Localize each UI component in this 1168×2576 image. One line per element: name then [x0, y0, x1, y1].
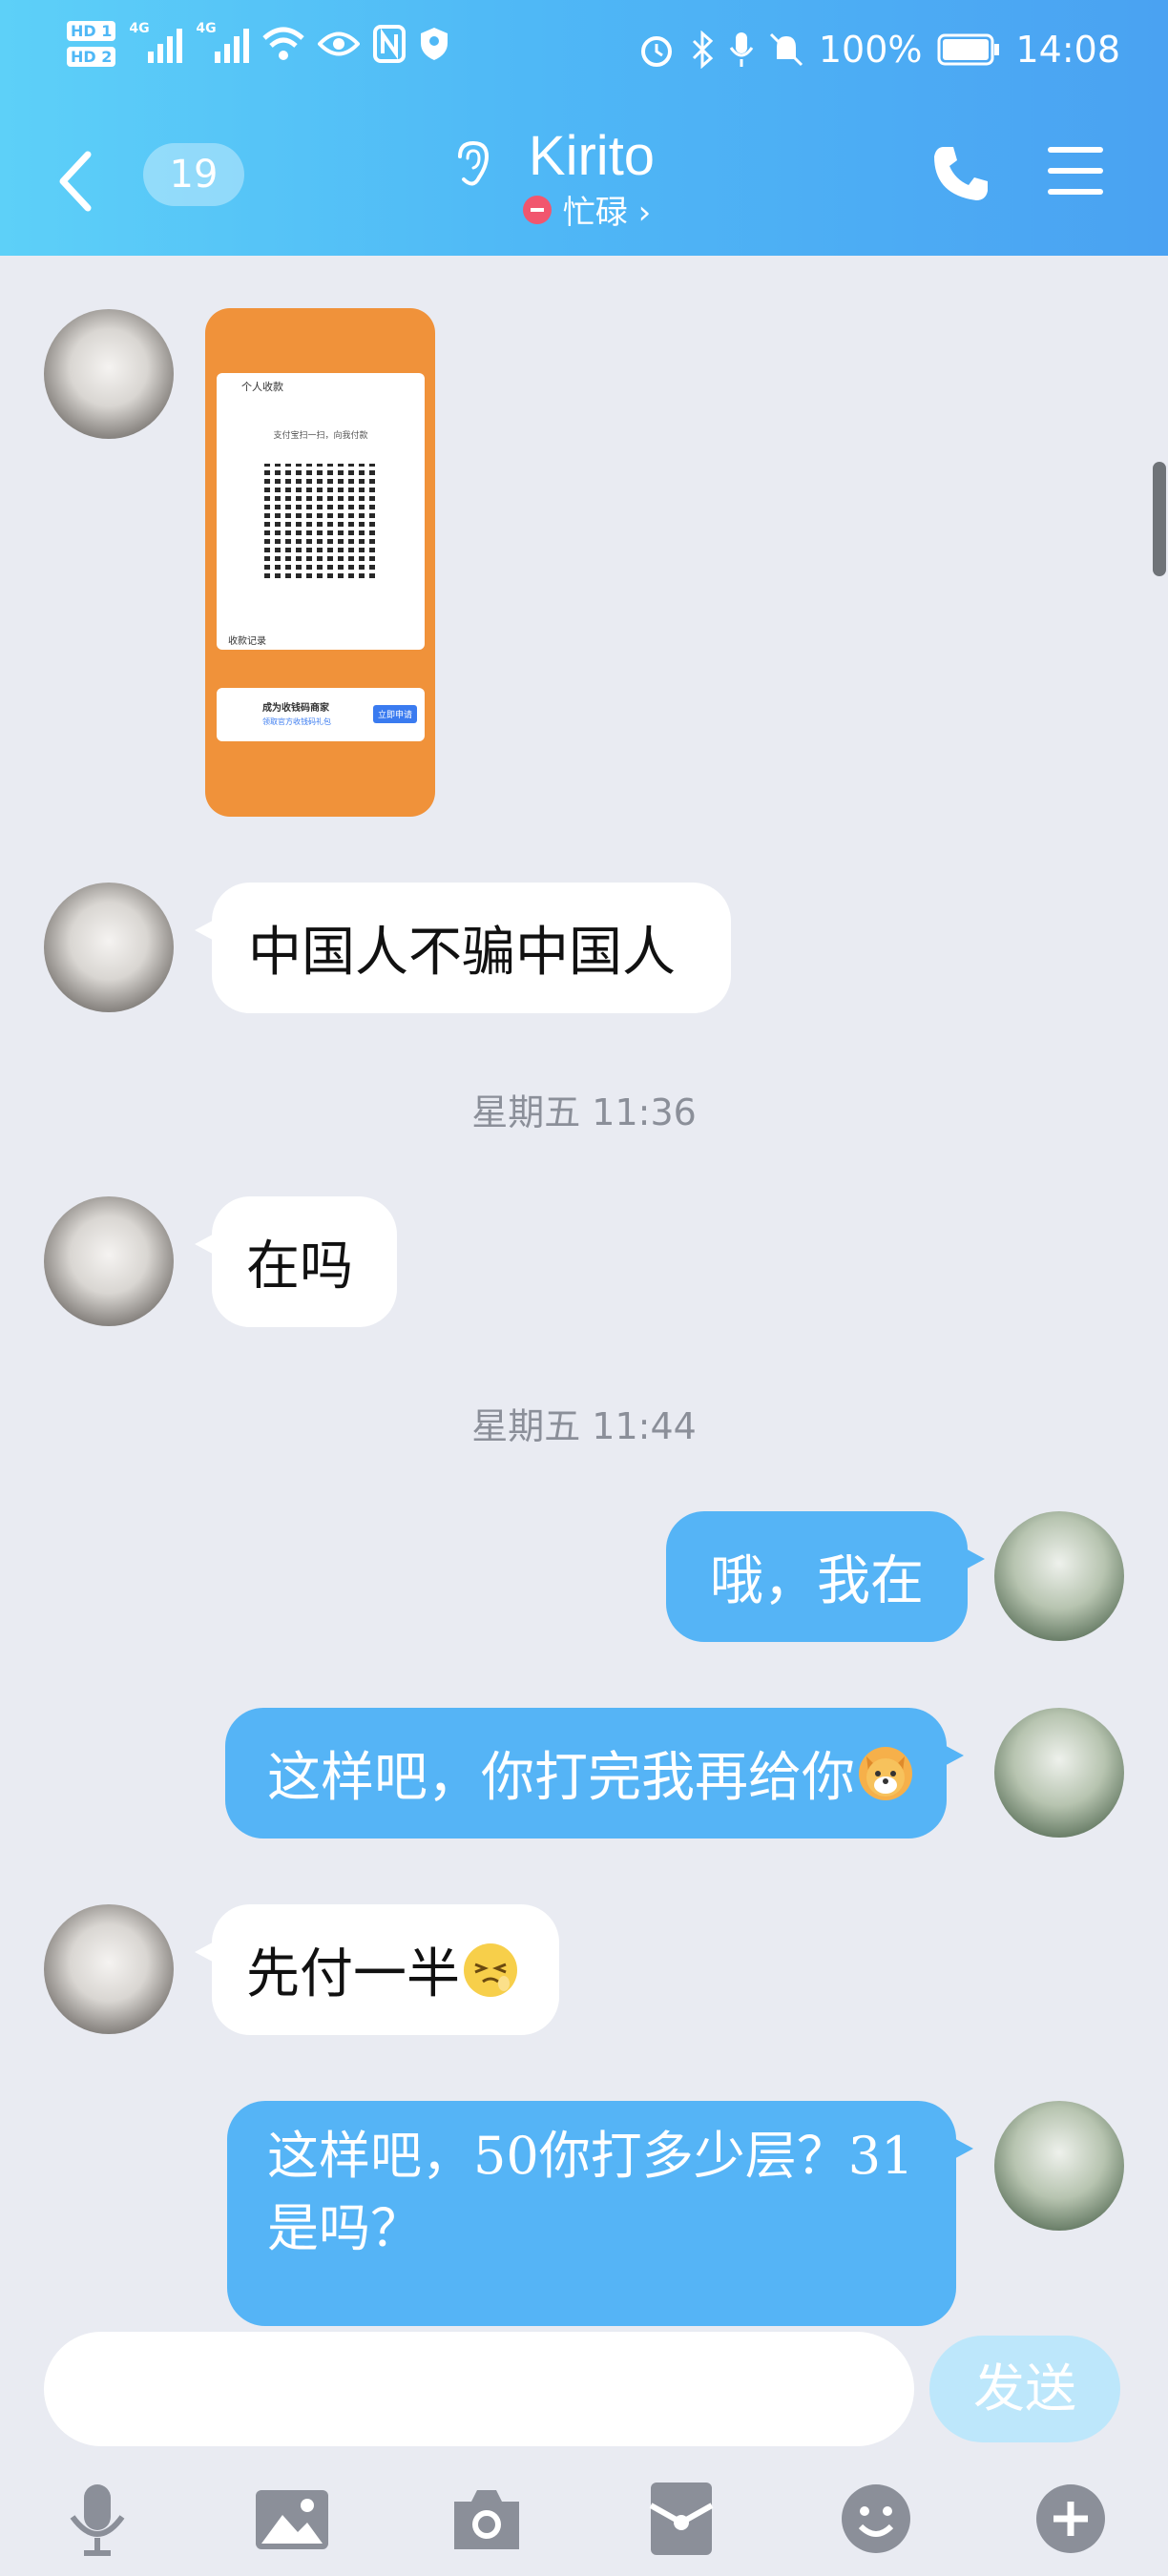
back-arrow-icon[interactable] [53, 143, 111, 219]
message-text: 先付一半 [246, 1943, 460, 2005]
battery-percent: 100% [818, 29, 923, 71]
message-bubble-in[interactable]: 先付一半 [195, 1904, 559, 2035]
mic-status-icon [729, 32, 754, 67]
merchant-ad-subtitle: 领取官方收钱码礼包 [262, 717, 331, 726]
image-message[interactable]: 个人收款 支付宝扫一扫，向我付款 收款记录 成为收钱码商家 领取官方收钱码礼包 … [205, 308, 435, 817]
squint-face-emoji [464, 1942, 517, 1997]
mute-bell-icon [769, 32, 803, 67]
payment-card-subtitle: 支付宝扫一扫，向我付款 [273, 431, 368, 441]
menu-icon[interactable] [1048, 147, 1103, 210]
hd2-badge: HD 2 [67, 47, 116, 67]
payment-record: 收款记录 [228, 636, 266, 647]
microphone-icon[interactable] [59, 2481, 136, 2557]
signal-1-icon: 4G [129, 21, 183, 63]
navigation-bar: 19 Kirito 忙碌 › [0, 114, 1168, 256]
timestamp: 星期五 11:36 [471, 1091, 697, 1133]
message-text-line-2: 是吗？ [267, 2198, 422, 2258]
message-bubble-out[interactable]: 这样吧，50你打多少层？31 是吗？ [227, 2101, 973, 2326]
dog-face-emoji [859, 1746, 912, 1800]
contact-avatar[interactable] [44, 1904, 174, 2034]
message-text: 中国人不骗中国人 [248, 922, 676, 984]
busy-status-icon [522, 195, 552, 224]
send-button[interactable]: 发送 [929, 2336, 1120, 2442]
message-text: 哦，我在 [710, 1550, 924, 1612]
payment-card: 个人收款 支付宝扫一扫，向我付款 收款记录 [217, 373, 425, 650]
payment-card-title: 个人收款 [241, 381, 283, 393]
eye-icon [318, 31, 361, 56]
message-bubble-in[interactable]: 在吗 [195, 1196, 397, 1327]
contact-avatar[interactable] [44, 309, 174, 439]
message-text: 这样吧，你打完我再给你 [267, 1747, 855, 1809]
image-icon[interactable] [254, 2481, 330, 2557]
message-bubble-in[interactable]: 中国人不骗中国人 [195, 883, 731, 1013]
red-packet-icon[interactable] [643, 2481, 720, 2557]
shield-icon [421, 28, 448, 60]
clock: 14:08 [1015, 29, 1120, 71]
plus-icon[interactable] [1032, 2481, 1109, 2557]
chat-header: HD 1 HD 2 4G 4G 100% 14:08 19 Kirito 忙碌 … [0, 0, 1168, 256]
merchant-ad-title: 成为收钱码商家 [262, 703, 329, 714]
my-avatar[interactable] [994, 1511, 1124, 1641]
emoji-icon[interactable] [838, 2481, 914, 2557]
message-bubble-out[interactable]: 这样吧，你打完我再给你 [225, 1708, 964, 1839]
signal-2-icon: 4G [196, 21, 250, 63]
ear-icon [458, 140, 490, 186]
message-text: 在吗 [246, 1236, 353, 1298]
merchant-ad-button: 立即申请 [372, 705, 417, 723]
phone-call-icon[interactable] [930, 143, 991, 204]
camera-icon[interactable] [448, 2481, 525, 2557]
contact-avatar[interactable] [44, 1196, 174, 1326]
wifi-icon [262, 27, 305, 60]
nfc-icon [373, 25, 407, 63]
alarm-icon [640, 36, 672, 67]
contact-avatar[interactable] [44, 883, 174, 1012]
message-bubble-out[interactable]: 哦，我在 [666, 1511, 985, 1642]
scrollbar[interactable] [1153, 462, 1166, 576]
status-bar: HD 1 HD 2 4G 4G 100% 14:08 [0, 0, 1168, 114]
message-text-line-1: 这样吧，50你打多少层？31 [267, 2126, 914, 2186]
unread-count-badge[interactable]: 19 [143, 143, 244, 206]
timestamp: 星期五 11:44 [471, 1405, 697, 1447]
bluetooth-icon [692, 31, 714, 69]
qr-code-image [264, 464, 379, 578]
hd1-badge: HD 1 [67, 21, 116, 41]
my-avatar[interactable] [994, 2101, 1124, 2231]
battery-icon [937, 33, 1000, 66]
message-input[interactable] [44, 2332, 914, 2446]
contact-title[interactable]: Kirito 忙碌 › [448, 124, 735, 233]
contact-status: 忙碌 › [562, 194, 652, 232]
my-avatar[interactable] [994, 1708, 1124, 1838]
composer-toolbar [0, 2462, 1168, 2576]
merchant-ad: 成为收钱码商家 领取官方收钱码礼包 立即申请 [217, 688, 425, 741]
